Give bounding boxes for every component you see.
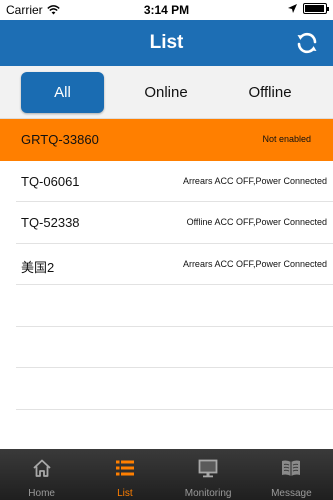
battery-icon <box>303 3 329 14</box>
battery-level <box>305 5 324 12</box>
location-arrow-icon <box>288 4 297 13</box>
empty-row <box>16 327 333 368</box>
tab-bar: Home List Monitoring Message <box>0 449 333 500</box>
device-status: Arrears ACC OFF,Power Connected <box>182 258 327 269</box>
tab-message[interactable]: Message <box>250 449 333 500</box>
status-bar: Carrier 3:14 PM <box>0 0 333 20</box>
filter-segmented-control: All Online Offline <box>0 66 333 119</box>
device-status: Offline ACC OFF,Power Connected <box>186 217 327 227</box>
status-time: 3:14 PM <box>143 3 190 17</box>
list-icon <box>115 460 134 476</box>
device-row[interactable]: TQ-06061 Arrears ACC OFF,Power Connected <box>16 161 333 202</box>
tab-monitoring[interactable]: Monitoring <box>167 449 250 500</box>
tab-message-label: Message <box>271 488 312 499</box>
filter-offline-button[interactable]: Offline <box>228 72 312 113</box>
monitor-icon <box>198 459 218 478</box>
device-name: TQ-06061 <box>21 173 80 189</box>
nav-header: List <box>0 20 333 66</box>
empty-row <box>16 410 333 450</box>
device-row[interactable]: 美国2 Arrears ACC OFF,Power Connected <box>16 244 333 285</box>
home-icon <box>33 459 51 477</box>
device-name: 美国2 <box>21 259 55 275</box>
tab-home[interactable]: Home <box>0 449 83 500</box>
empty-row <box>16 285 333 327</box>
device-row[interactable]: GRTQ-33860 Not enabled <box>0 119 333 161</box>
filter-online-button[interactable]: Online <box>122 72 210 113</box>
tab-list-label: List <box>117 488 133 499</box>
book-icon <box>282 460 301 476</box>
device-list: GRTQ-33860 Not enabled TQ-06061 Arrears … <box>0 119 333 449</box>
empty-row <box>16 368 333 410</box>
refresh-icon[interactable] <box>295 31 319 55</box>
device-status: Not enabled <box>262 134 311 144</box>
page-title: List <box>149 32 184 53</box>
device-name: TQ-52338 <box>21 215 80 230</box>
device-name: GRTQ-33860 <box>21 132 99 147</box>
tab-home-label: Home <box>28 488 55 499</box>
filter-all-button[interactable]: All <box>21 72 104 113</box>
tab-list[interactable]: List <box>83 449 166 500</box>
device-status: Arrears ACC OFF,Power Connected <box>182 175 327 186</box>
tab-monitoring-label: Monitoring <box>184 488 232 499</box>
device-row[interactable]: TQ-52338 Offline ACC OFF,Power Connected <box>16 202 333 244</box>
